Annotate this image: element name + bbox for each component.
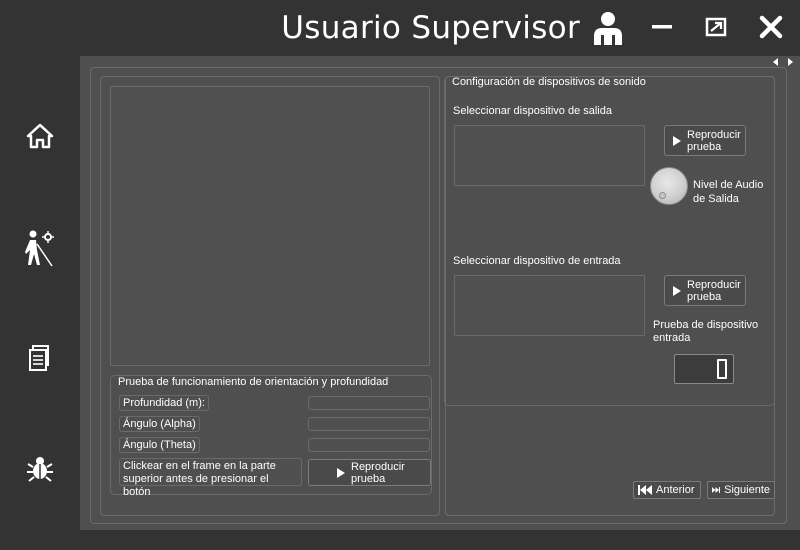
output-volume-knob[interactable] — [650, 167, 688, 205]
blind-person-settings-icon[interactable] — [24, 228, 56, 268]
main-panel: Prueba de funcionamiento de orientación … — [80, 56, 800, 530]
home-icon[interactable] — [24, 120, 56, 152]
orientation-instruction: Clickear en el frame en la parte superio… — [119, 458, 302, 498]
next-label: Siguiente — [724, 484, 770, 496]
previous-button[interactable]: Anterior — [633, 481, 701, 499]
orientation-play-button[interactable]: Reproducir prueba — [308, 459, 431, 486]
output-play-label: Reproducir prueba — [687, 128, 741, 153]
skip-back-icon — [638, 485, 652, 495]
previous-label: Anterior — [656, 484, 695, 496]
window-title: Usuario Supervisor — [281, 10, 580, 46]
user-icon — [594, 12, 622, 45]
next-button[interactable]: Siguiente — [707, 481, 775, 499]
sound-config-title: Configuración de dispositivos de sonido — [452, 76, 646, 88]
alpha-label: Ángulo (Alpha) — [119, 416, 200, 432]
input-play-button[interactable]: Reproducir prueba — [664, 275, 746, 306]
theta-value — [308, 438, 430, 452]
alpha-value — [308, 417, 430, 431]
input-test-label: Prueba de dispositivo entrada — [653, 319, 759, 344]
output-level-label: Nivel de Audio de Salida — [693, 179, 764, 205]
title-bar: Usuario Supervisor — [0, 0, 800, 56]
output-device-label: Seleccionar dispositivo de salida — [453, 105, 612, 117]
theta-label: Ángulo (Theta) — [119, 437, 200, 453]
orientation-test-title: Prueba de funcionamiento de orientación … — [115, 376, 392, 388]
output-device-list[interactable] — [454, 125, 645, 186]
input-level-display — [674, 354, 734, 384]
minimize-button[interactable] — [648, 12, 678, 42]
documents-icon[interactable] — [24, 342, 56, 374]
orientation-play-label: Reproducir prueba — [351, 460, 405, 485]
play-icon — [337, 467, 345, 478]
close-button[interactable] — [756, 12, 786, 42]
input-level-digit — [717, 359, 727, 379]
bug-icon[interactable] — [24, 452, 56, 484]
input-device-label: Seleccionar dispositivo de entrada — [453, 255, 621, 267]
restore-button[interactable] — [702, 12, 732, 42]
input-device-list[interactable] — [454, 275, 645, 336]
play-icon — [673, 135, 681, 146]
output-play-button[interactable]: Reproducir prueba — [664, 125, 746, 156]
input-play-label: Reproducir prueba — [687, 278, 741, 303]
knob-indicator — [659, 192, 666, 199]
depth-value — [308, 396, 430, 410]
camera-frame[interactable] — [110, 86, 430, 366]
play-icon — [673, 285, 681, 296]
depth-label: Profundidad (m): — [119, 395, 209, 411]
skip-forward-icon — [712, 487, 721, 493]
